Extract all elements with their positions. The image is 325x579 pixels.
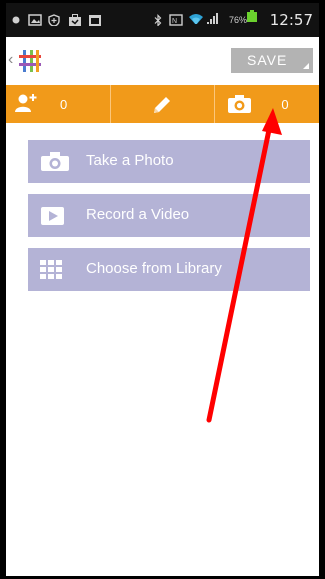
- choose-from-library-label: Choose from Library: [86, 260, 222, 277]
- back-chevron-icon[interactable]: ‹: [8, 51, 13, 69]
- status-bar: N 76% 12:57: [6, 3, 319, 37]
- notification-dot-icon: [12, 16, 20, 24]
- battery-percent: 76%: [228, 15, 247, 25]
- choose-from-library-button[interactable]: Choose from Library: [28, 248, 310, 291]
- tab-notes[interactable]: [111, 85, 216, 123]
- add-person-icon: [15, 94, 37, 112]
- people-count: 0: [60, 97, 68, 112]
- grid-icon: [40, 260, 62, 279]
- video-play-icon: [41, 207, 64, 225]
- signal-icon: [207, 13, 218, 24]
- calendar-icon: [89, 15, 101, 26]
- save-button-label: SAVE: [247, 52, 288, 68]
- grid-logo-icon[interactable]: [18, 49, 42, 73]
- record-video-label: Record a Video: [86, 206, 190, 223]
- take-photo-label: Take a Photo: [86, 152, 174, 169]
- take-photo-button[interactable]: Take a Photo: [28, 140, 310, 183]
- pencil-icon: [153, 97, 170, 113]
- battery-icon: [247, 10, 257, 22]
- corner-indicator-icon: [303, 63, 309, 69]
- image-icon: [28, 14, 42, 26]
- camera-icon: [41, 152, 69, 171]
- camera-icon: [228, 95, 252, 113]
- svg-text:N: N: [172, 18, 177, 25]
- wifi-icon: [189, 14, 203, 24]
- clock: 12:57: [269, 11, 313, 29]
- shield-icon: [48, 14, 60, 26]
- tab-bar: 0 0: [6, 85, 319, 123]
- media-count: 0: [281, 97, 289, 112]
- tab-people[interactable]: 0: [6, 85, 111, 123]
- briefcase-icon: [69, 14, 81, 26]
- app-bar: ‹ SAVE: [6, 37, 319, 86]
- tab-media[interactable]: 0: [215, 85, 319, 123]
- phone-screen: N 76% 12:57 ‹ SAVE 0 0 Take a Photo Reco…: [4, 3, 321, 576]
- bluetooth-icon: [154, 14, 162, 26]
- record-video-button[interactable]: Record a Video: [28, 194, 310, 237]
- save-button[interactable]: SAVE: [231, 48, 313, 73]
- nfc-icon: N: [169, 14, 183, 26]
